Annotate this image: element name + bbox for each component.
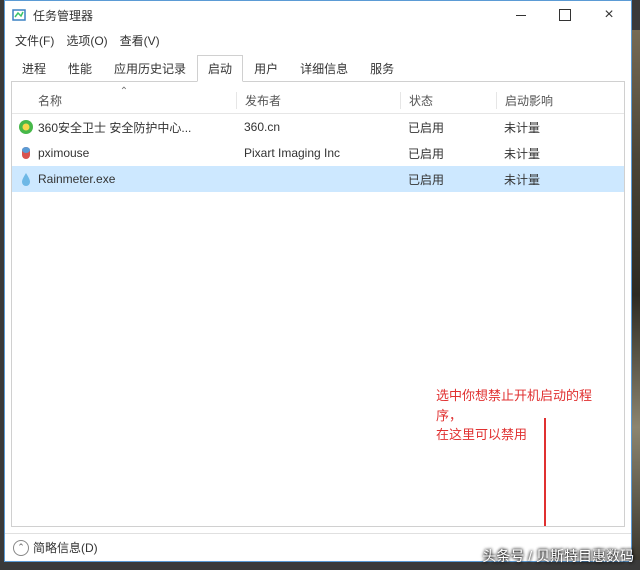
shield-icon [18,119,34,135]
annotation-line1: 选中你想禁止开机启动的程序， [436,386,616,425]
sort-indicator-icon: ⌃ [120,86,128,97]
annotation-arrow-icon [544,418,546,527]
titlebar: 任务管理器 × [5,1,631,29]
cell-name: pximouse [38,146,89,160]
annotation-text: 选中你想禁止开机启动的程序， 在这里可以禁用 [436,386,616,445]
cell-publisher: Pixart Imaging Inc [236,146,400,160]
cell-status: 已启用 [400,171,496,188]
content-pane: ⌃ 名称 发布者 状态 启动影响 360安全卫士 安全防护中心... 360.c… [11,82,625,527]
fewer-details-label: 简略信息(D) [33,539,98,556]
cell-impact: 未计量 [496,119,624,136]
tab-startup[interactable]: 启动 [197,55,243,82]
window-controls: × [499,1,631,29]
cell-name: 360安全卫士 安全防护中心... [38,121,191,135]
chevron-up-icon: ⌃ [13,540,29,556]
col-name[interactable]: ⌃ 名称 [12,92,236,109]
raindrop-icon [18,172,34,186]
minimize-button[interactable] [499,1,543,29]
tab-performance[interactable]: 性能 [57,55,103,82]
tab-app-history[interactable]: 应用历史记录 [103,55,197,82]
fewer-details-button[interactable]: ⌃ 简略信息(D) [13,539,98,556]
menu-view[interactable]: 查看(V) [116,32,164,49]
table-row[interactable]: 360安全卫士 安全防护中心... 360.cn 已启用 未计量 [12,114,624,140]
table-row[interactable]: pximouse Pixart Imaging Inc 已启用 未计量 [12,140,624,166]
col-impact[interactable]: 启动影响 [496,92,624,109]
app-icon [11,7,27,23]
cell-status: 已启用 [400,145,496,162]
annotation-line2: 在这里可以禁用 [436,425,616,445]
cell-status: 已启用 [400,119,496,136]
tab-processes[interactable]: 进程 [11,55,57,82]
watermark-text: 头条号 / 贝斯特目惠数码 [482,546,634,566]
task-manager-window: 任务管理器 × 文件(F) 选项(O) 查看(V) 进程 性能 应用历史记录 启… [4,0,632,562]
cell-name: Rainmeter.exe [38,172,115,186]
close-button[interactable]: × [587,1,631,29]
tab-services[interactable]: 服务 [359,55,405,82]
col-status[interactable]: 状态 [400,92,496,109]
tab-strip: 进程 性能 应用历史记录 启动 用户 详细信息 服务 [11,55,625,82]
menu-options[interactable]: 选项(O) [62,32,111,49]
column-headers: ⌃ 名称 发布者 状态 启动影响 [12,82,624,114]
cell-impact: 未计量 [496,171,624,188]
cell-impact: 未计量 [496,145,624,162]
table-row[interactable]: Rainmeter.exe 已启用 未计量 [12,166,624,192]
mouse-icon [18,146,34,160]
cell-publisher: 360.cn [236,120,400,134]
menu-file[interactable]: 文件(F) [11,32,58,49]
tab-details[interactable]: 详细信息 [289,55,359,82]
background-strip [632,30,640,560]
menubar: 文件(F) 选项(O) 查看(V) [5,29,631,51]
col-name-label: 名称 [38,94,62,108]
maximize-button[interactable] [543,1,587,29]
window-title: 任务管理器 [33,7,499,24]
tab-users[interactable]: 用户 [243,55,289,82]
col-publisher[interactable]: 发布者 [236,92,400,109]
